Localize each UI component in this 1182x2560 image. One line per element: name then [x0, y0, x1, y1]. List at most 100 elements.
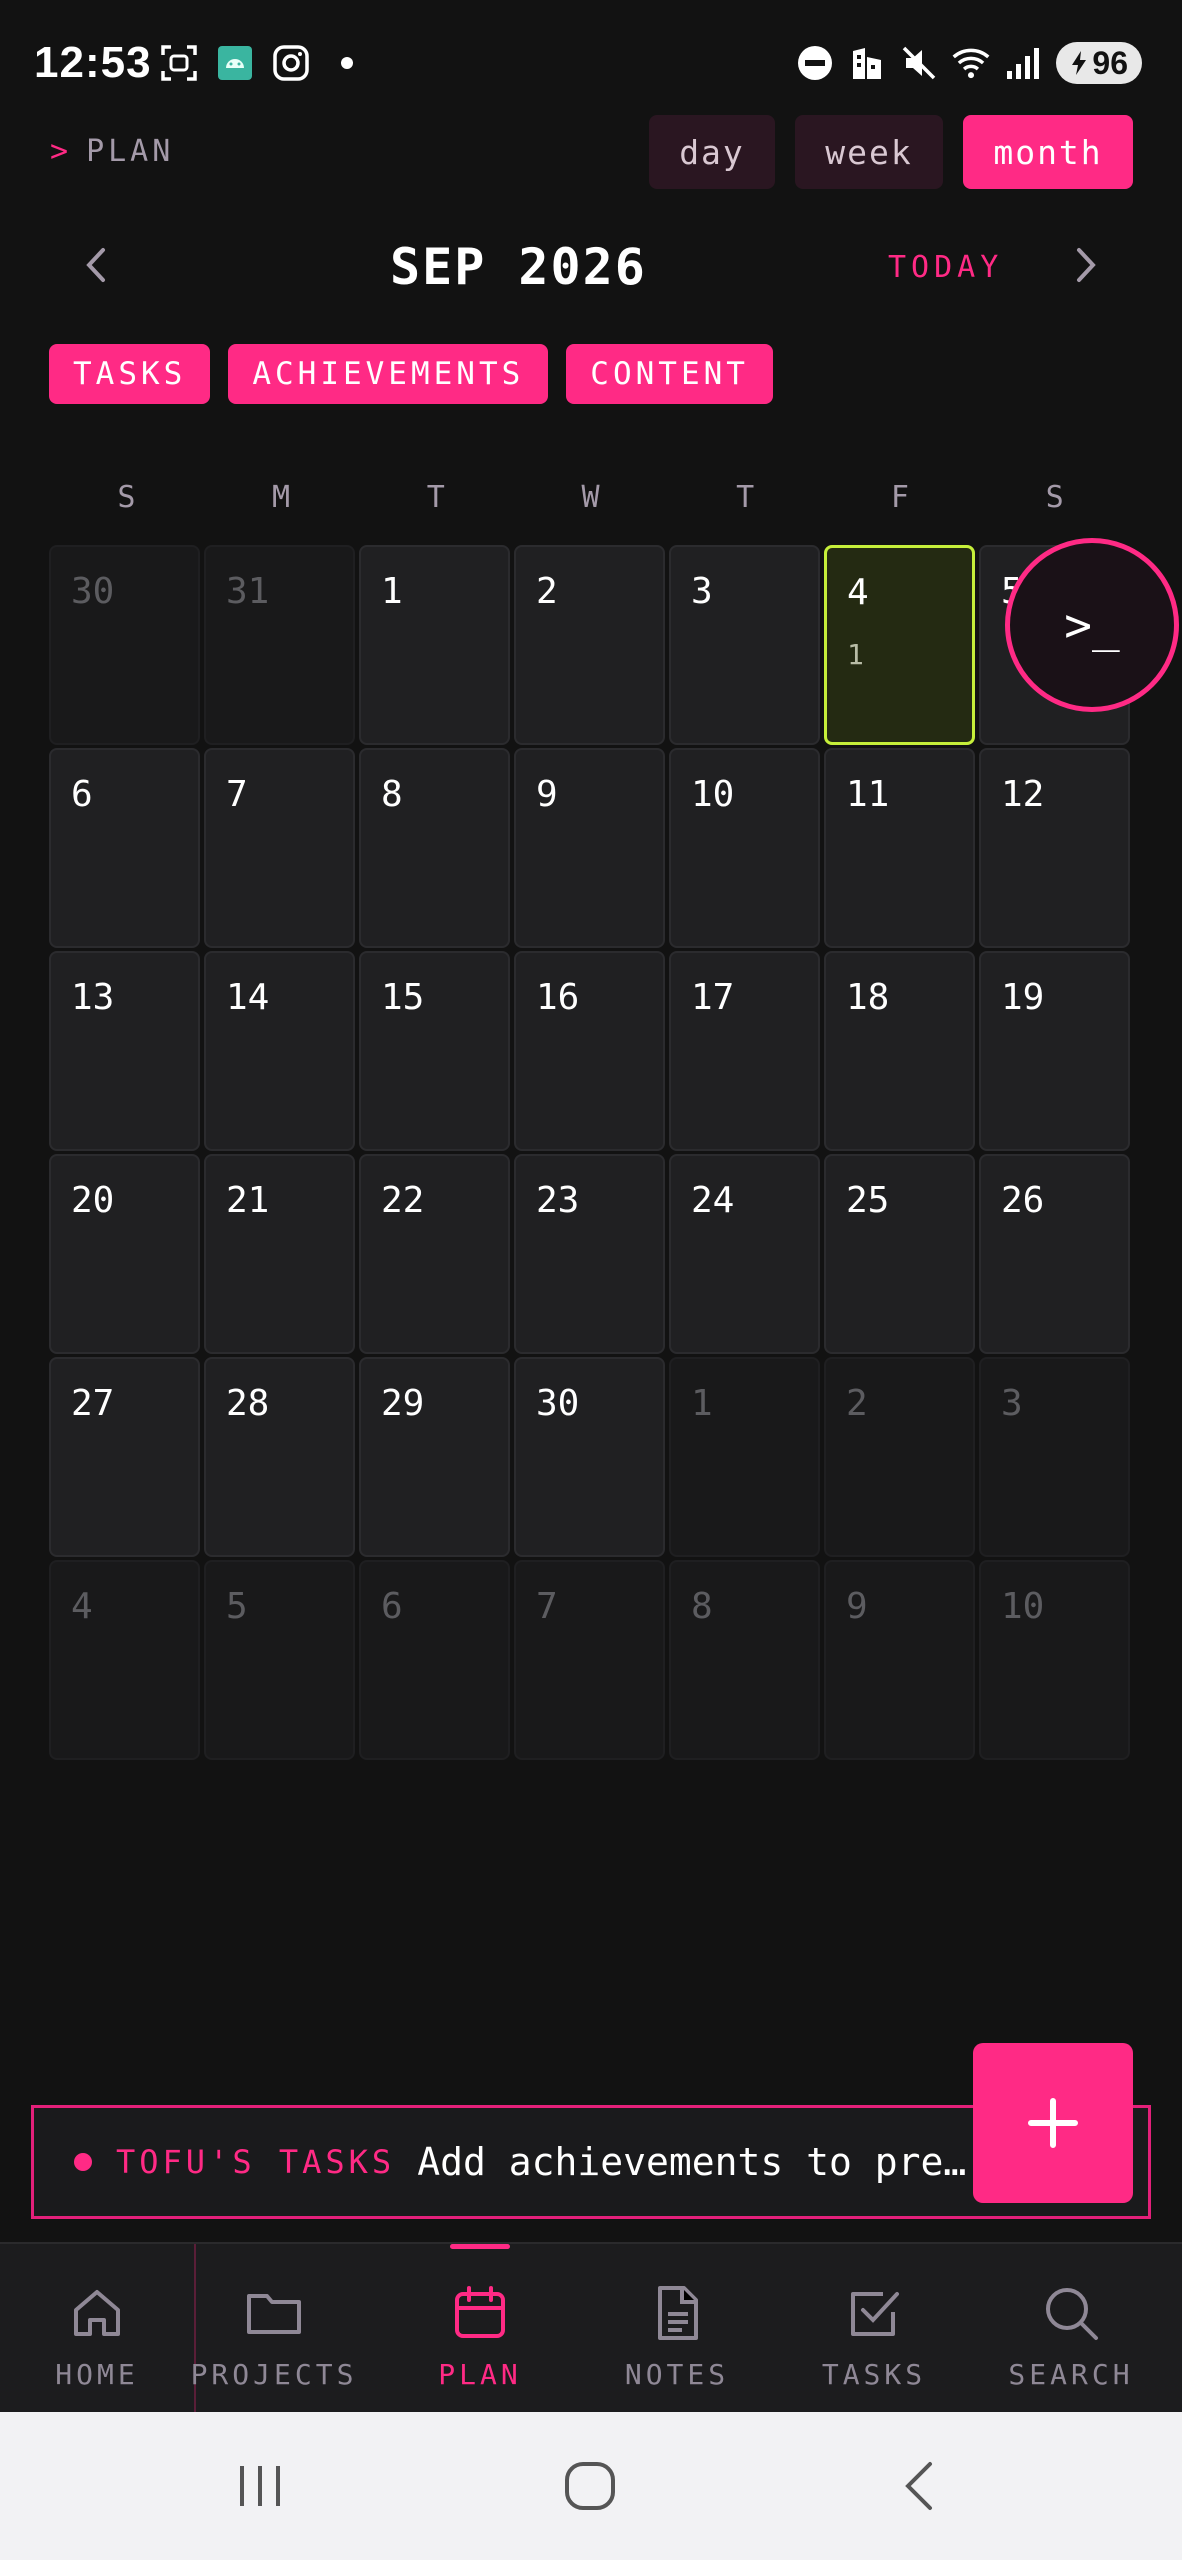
- calendar-day[interactable]: 8: [359, 748, 510, 948]
- nav-plan-label: PLAN: [438, 2358, 522, 2391]
- calendar-day[interactable]: 11: [824, 748, 975, 948]
- calendar-day[interactable]: 10: [669, 748, 820, 948]
- day-number: 8: [381, 774, 403, 815]
- day-number: 18: [846, 977, 890, 1018]
- home-system-button[interactable]: [561, 2456, 621, 2516]
- calendar-day[interactable]: 29: [359, 1357, 510, 1557]
- calendar-day[interactable]: 9: [514, 748, 665, 948]
- chevron-left-icon: [86, 248, 105, 282]
- day-number: 8: [691, 1586, 713, 1627]
- calendar-day[interactable]: 6: [49, 748, 200, 948]
- calendar-day[interactable]: 26: [979, 1154, 1130, 1354]
- nav-search[interactable]: SEARCH: [1001, 2244, 1141, 2414]
- calendar-day[interactable]: 25: [824, 1154, 975, 1354]
- calendar-day[interactable]: 1: [359, 545, 510, 745]
- day-number: 15: [381, 977, 425, 1018]
- add-button[interactable]: [973, 2043, 1133, 2203]
- android-icon: [216, 44, 254, 82]
- day-item-count: 1: [847, 638, 864, 671]
- calendar-day[interactable]: 31: [204, 545, 355, 745]
- calendar-day[interactable]: 1: [669, 1357, 820, 1557]
- calendar-day[interactable]: 8: [669, 1560, 820, 1760]
- day-number: 11: [846, 774, 890, 815]
- day-number: 26: [1001, 1180, 1045, 1221]
- calendar-day[interactable]: 14: [204, 951, 355, 1151]
- day-number: 30: [536, 1383, 580, 1424]
- terminal-button[interactable]: >_: [1005, 538, 1179, 712]
- calendar-day[interactable]: 22: [359, 1154, 510, 1354]
- weekday-label: W: [581, 480, 600, 515]
- day-number: 4: [71, 1586, 93, 1627]
- day-number: 25: [846, 1180, 890, 1221]
- day-number: 9: [846, 1586, 868, 1627]
- calendar-day[interactable]: 2: [514, 545, 665, 745]
- task-banner-text: Add achievements to pre…: [417, 2140, 967, 2184]
- calendar-day[interactable]: 10: [979, 1560, 1130, 1760]
- calendar-day[interactable]: 12: [979, 748, 1130, 948]
- view-week-button[interactable]: week: [795, 115, 943, 189]
- filter-tasks-chip[interactable]: TASKS: [49, 344, 211, 404]
- calendar-icon: [455, 2286, 505, 2338]
- back-button[interactable]: [892, 2456, 952, 2516]
- nav-home[interactable]: HOME: [37, 2244, 157, 2414]
- calendar-day[interactable]: 19: [979, 951, 1130, 1151]
- today-button[interactable]: TODAY: [888, 250, 1003, 285]
- calendar-day[interactable]: 7: [204, 748, 355, 948]
- day-number: 19: [1001, 977, 1045, 1018]
- day-number: 28: [226, 1383, 270, 1424]
- calendar-day[interactable]: 20: [49, 1154, 200, 1354]
- calendar-day[interactable]: 21: [204, 1154, 355, 1354]
- status-notification-icons: [160, 44, 366, 82]
- day-number: 1: [381, 571, 403, 612]
- day-number: 7: [226, 774, 248, 815]
- calendar-day[interactable]: 30: [49, 545, 200, 745]
- day-number: 10: [1001, 1586, 1045, 1627]
- calendar-day[interactable]: 3: [979, 1357, 1130, 1557]
- calendar-day[interactable]: 4: [49, 1560, 200, 1760]
- calendar-day[interactable]: 23: [514, 1154, 665, 1354]
- search-icon: [1046, 2288, 1098, 2340]
- view-month-button[interactable]: month: [963, 115, 1133, 189]
- wifi-icon: [952, 44, 990, 82]
- section-title: PLAN: [86, 134, 175, 169]
- calendar-day[interactable]: 16: [514, 951, 665, 1151]
- calendar-day[interactable]: 30: [514, 1357, 665, 1557]
- day-number: 9: [536, 774, 558, 815]
- calendar-day[interactable]: 17: [669, 951, 820, 1151]
- signal-icon: [1004, 44, 1042, 82]
- recent-apps-button[interactable]: [230, 2456, 290, 2516]
- calendar-day[interactable]: 24: [669, 1154, 820, 1354]
- calendar-day[interactable]: 13: [49, 951, 200, 1151]
- next-month-button[interactable]: [1060, 240, 1110, 290]
- calendar-day-today[interactable]: 41: [824, 545, 975, 745]
- weekday-label: S: [1045, 480, 1064, 515]
- day-number: 12: [1001, 774, 1045, 815]
- month-title: SEP 2026: [390, 238, 647, 296]
- recents-icon: [240, 2466, 280, 2506]
- calendar-day[interactable]: 9: [824, 1560, 975, 1760]
- nav-notes[interactable]: NOTES: [617, 2244, 737, 2414]
- weekday-header: S M T W T F S: [49, 480, 1132, 515]
- calendar-day[interactable]: 15: [359, 951, 510, 1151]
- filter-content-chip[interactable]: CONTENT: [566, 344, 773, 404]
- calendar-day[interactable]: 2: [824, 1357, 975, 1557]
- calendar-day[interactable]: 28: [204, 1357, 355, 1557]
- prev-month-button[interactable]: [72, 240, 122, 290]
- view-day-button[interactable]: day: [649, 115, 775, 189]
- filter-achievements-chip[interactable]: ACHIEVEMENTS: [228, 344, 549, 404]
- calendar-day[interactable]: 5: [204, 1560, 355, 1760]
- calendar-day[interactable]: 3: [669, 545, 820, 745]
- weekday-label: T: [426, 480, 445, 515]
- bottom-navigation: HOME PROJECTS PLAN NOTES TASKS SEARCH: [0, 2242, 1182, 2414]
- dnd-icon: [796, 44, 834, 82]
- nav-plan[interactable]: PLAN: [420, 2244, 540, 2414]
- calendar-day[interactable]: 6: [359, 1560, 510, 1760]
- nav-projects[interactable]: PROJECTS: [191, 2244, 354, 2414]
- day-number: 7: [536, 1586, 558, 1627]
- day-number: 13: [71, 977, 115, 1018]
- calendar-day[interactable]: 7: [514, 1560, 665, 1760]
- calendar-day[interactable]: 27: [49, 1357, 200, 1557]
- nav-tasks[interactable]: TASKS: [814, 2244, 934, 2414]
- calendar-day[interactable]: 18: [824, 951, 975, 1151]
- day-number: 17: [691, 977, 735, 1018]
